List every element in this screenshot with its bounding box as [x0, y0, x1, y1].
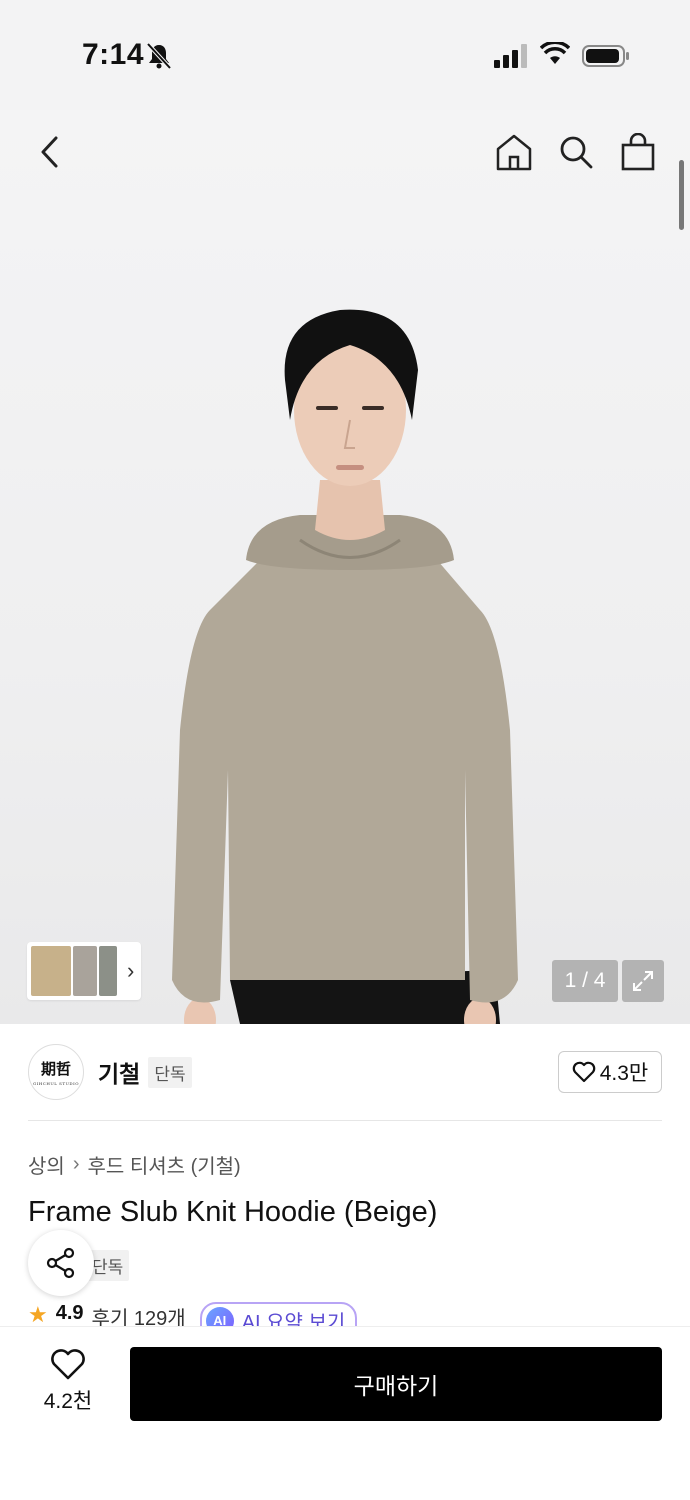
brand-logo-subtext: GIHCHUL STUDIO	[33, 1081, 79, 1086]
bell-off-icon	[146, 42, 172, 70]
back-button[interactable]	[28, 130, 72, 174]
thumbnail-3[interactable]	[99, 946, 117, 996]
exclusive-badge: 단독	[148, 1056, 192, 1088]
heart-icon	[572, 1061, 596, 1083]
breadcrumb-category[interactable]: 상의	[28, 1150, 65, 1179]
divider	[28, 1120, 662, 1121]
breadcrumb: 상의 › 후드 티셔츠 (기철)	[28, 1150, 241, 1179]
brand-logo[interactable]: 期哲 GIHCHUL STUDIO	[28, 1044, 84, 1100]
ai-summary-button[interactable]: AI AI 요약 보기	[199, 1302, 358, 1326]
buy-button[interactable]: 구매하기	[130, 1347, 662, 1421]
brand-logo-text: 期哲	[40, 1060, 71, 1078]
product-image-gallery[interactable]: › 1 / 4	[0, 110, 690, 1024]
share-button[interactable]	[28, 1230, 94, 1296]
thumbnail-1[interactable]	[31, 946, 71, 996]
brand-like-button[interactable]: 4.3만	[558, 1051, 662, 1093]
wifi-icon	[540, 42, 570, 64]
bottom-action-bar: 4.2천 구매하기	[0, 1326, 690, 1500]
chevron-left-icon	[41, 136, 58, 168]
shopping-bag-icon	[621, 133, 655, 171]
status-time: 7:14	[82, 38, 145, 71]
review-count[interactable]: 후기 129개	[92, 1302, 186, 1326]
rating-value: 4.9	[55, 1302, 84, 1324]
home-icon	[496, 134, 532, 171]
image-page-counter: 1 / 4	[552, 960, 618, 1002]
battery-icon	[582, 45, 629, 67]
brand-row: 期哲 GIHCHUL STUDIO 기철 단독 4.3만	[28, 1040, 662, 1104]
chevron-right-icon: ›	[127, 958, 135, 983]
search-button[interactable]	[554, 130, 598, 174]
home-button[interactable]	[492, 130, 536, 174]
expand-icon	[633, 971, 653, 991]
ai-icon: AI	[205, 1306, 234, 1326]
status-bar: 7:14	[0, 0, 690, 110]
thumbnail-strip[interactable]: ›	[27, 942, 141, 1000]
brand-name[interactable]: 기철	[98, 1055, 140, 1089]
heart-icon	[51, 1349, 85, 1380]
share-icon	[46, 1247, 75, 1279]
product-like-button[interactable]: 4.2천	[30, 1349, 106, 1415]
ai-summary-label: AI 요약 보기	[241, 1312, 346, 1326]
breadcrumb-subcategory[interactable]: 후드 티셔츠 (기철)	[87, 1150, 240, 1179]
rating-row: ★ 4.9 후기 129개 AI AI 요약 보기	[28, 1302, 358, 1326]
page-scrollbar[interactable]	[679, 160, 684, 230]
thumbnail-2[interactable]	[73, 946, 97, 996]
product-like-count: 4.2천	[43, 1390, 93, 1413]
expand-button[interactable]	[622, 960, 664, 1002]
cart-button[interactable]	[616, 130, 660, 174]
cellular-signal-icon	[494, 44, 527, 68]
brand-like-count: 4.3만	[599, 1062, 649, 1085]
product-title: Frame Slub Knit Hoodie (Beige)	[28, 1196, 438, 1228]
chevron-right-icon: ›	[72, 1153, 80, 1175]
search-icon	[560, 136, 593, 169]
star-icon: ★	[28, 1302, 48, 1326]
product-model-image	[172, 309, 518, 1024]
